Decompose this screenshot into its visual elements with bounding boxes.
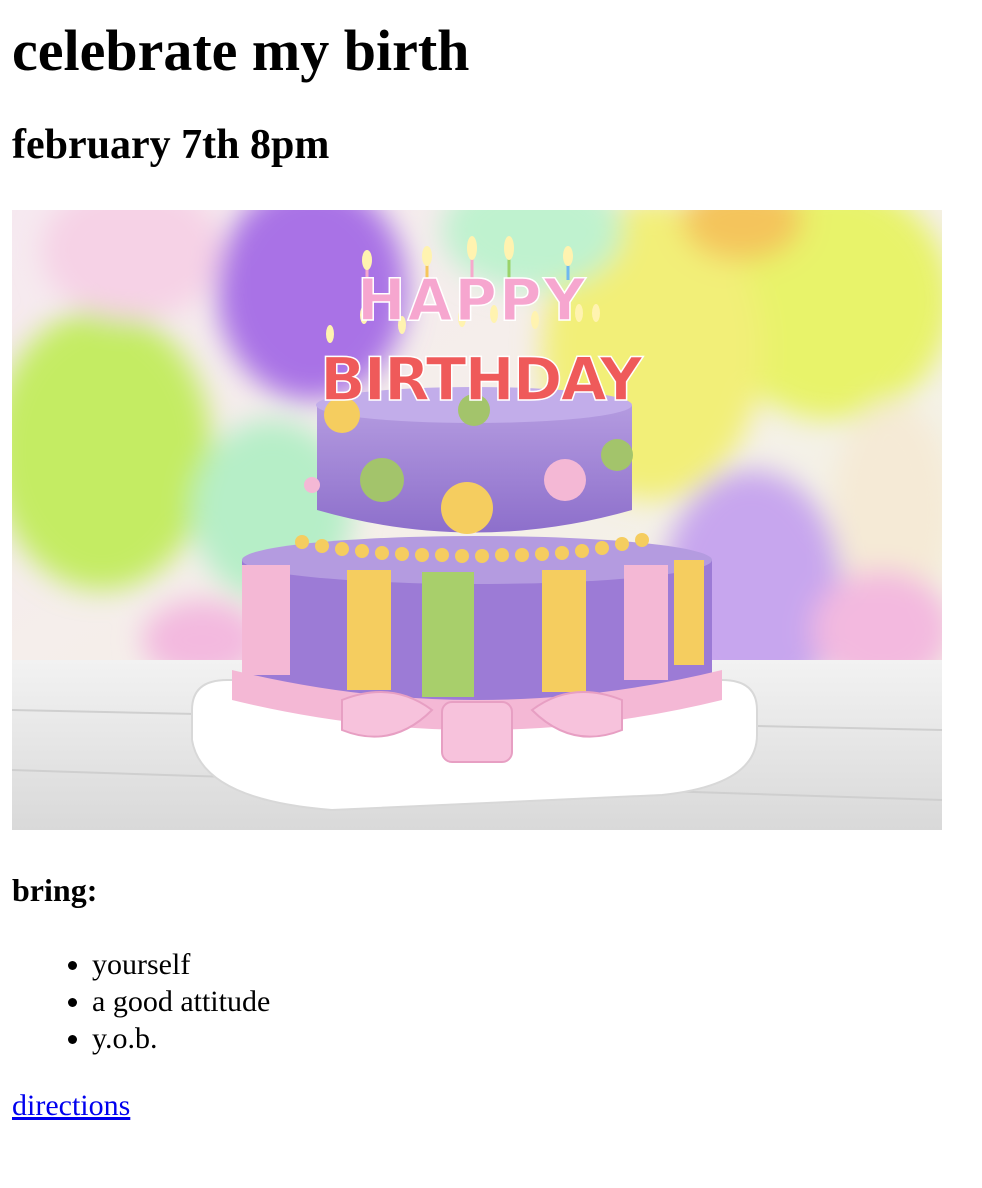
list-item: y.o.b. [92, 1020, 970, 1057]
event-date: february 7th 8pm [12, 122, 330, 168]
list-item: yourself [92, 946, 970, 983]
bring-heading: bring: [12, 872, 98, 908]
cake-text-happy: HAPPY [357, 266, 587, 334]
directions-link[interactable]: directions [12, 1089, 130, 1123]
page: celebrate my birth february 7th 8pm HAPP… [0, 16, 982, 1123]
list-item: a good attitude [92, 983, 970, 1020]
page-title: celebrate my birth [12, 18, 470, 83]
cake-text-birthday: BIRTHDAY [320, 345, 644, 415]
bring-list: yourself a good attitude y.o.b. [12, 946, 970, 1057]
birthday-cake-image: HAPPY BIRTHDAY [12, 210, 942, 830]
